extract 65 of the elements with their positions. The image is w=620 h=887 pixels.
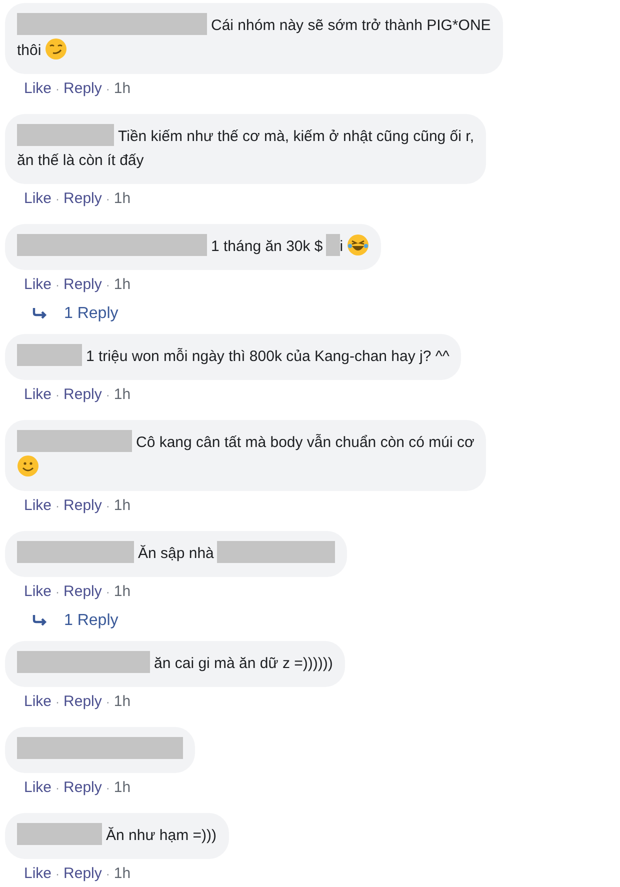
separator-dot: · <box>56 82 60 96</box>
action-link[interactable]: Reply <box>64 80 102 97</box>
comment-text: i <box>340 238 344 255</box>
separator-dot: · <box>106 388 110 402</box>
comment-text: Tiền kiếm như thế cơ mà, kiếm ở nhật cũng cũng ối r, <box>118 128 474 145</box>
comment-text: ăn cai gi mà ăn dữ z =)))))) <box>154 655 333 672</box>
separator-dot: · <box>56 867 60 881</box>
reply-arrow-icon <box>32 615 48 627</box>
comment-text: Ăn sập nhà <box>138 545 214 562</box>
timestamp: 1h <box>114 693 131 710</box>
comment-text: Cô kang cân tất mà body vẫn chuẩn còn có múi cơ <box>136 434 474 451</box>
separator-dot: · <box>106 695 110 709</box>
smirking-face-icon <box>45 38 68 60</box>
replies-link[interactable]: 1 Reply <box>64 609 118 633</box>
timestamp: 1h <box>114 190 131 207</box>
action-link[interactable]: Like <box>24 693 52 710</box>
redacted-name <box>17 344 82 366</box>
action-link[interactable]: Like <box>24 779 52 796</box>
separator-dot: · <box>106 867 110 881</box>
separator-dot: · <box>106 781 110 795</box>
action-link[interactable]: Like <box>24 276 52 293</box>
separator-dot: · <box>56 585 60 599</box>
separator-dot: · <box>106 499 110 513</box>
separator-dot: · <box>106 585 110 599</box>
timestamp: 1h <box>114 386 131 403</box>
action-link[interactable]: Reply <box>64 497 102 514</box>
action-link[interactable]: Reply <box>64 865 102 882</box>
separator-dot: · <box>56 278 60 292</box>
reply-arrow-icon <box>32 308 48 320</box>
comment-text: Cái nhóm này sẽ sớm trở thành PIG*ONE <box>211 17 491 34</box>
separator-dot: · <box>56 695 60 709</box>
timestamp: 1h <box>114 276 131 293</box>
action-link[interactable]: Reply <box>64 583 102 600</box>
action-link[interactable]: Like <box>24 386 52 403</box>
action-link[interactable]: Like <box>24 583 52 600</box>
action-link[interactable]: Reply <box>64 779 102 796</box>
separator-dot: · <box>56 781 60 795</box>
separator-dot: · <box>106 192 110 206</box>
comment-text: Ăn như hạm =))) <box>106 827 217 844</box>
separator-dot: · <box>106 278 110 292</box>
timestamp: 1h <box>114 80 131 97</box>
comment-text: ăn thế là còn ít đấy <box>17 152 144 169</box>
timestamp: 1h <box>114 497 131 514</box>
separator-dot: · <box>56 192 60 206</box>
timestamp: 1h <box>114 865 131 882</box>
action-link[interactable]: Reply <box>64 190 102 207</box>
redacted-name <box>326 234 340 256</box>
separator-dot: · <box>56 388 60 402</box>
separator-dot: · <box>56 499 60 513</box>
action-link[interactable]: Reply <box>64 386 102 403</box>
action-link[interactable]: Like <box>24 190 52 207</box>
replies-link[interactable]: 1 Reply <box>64 302 118 326</box>
separator-dot: · <box>106 82 110 96</box>
comment-text: 1 tháng ăn 30k $ <box>211 238 323 255</box>
comment-text: thôi <box>17 42 42 59</box>
action-link[interactable]: Like <box>24 865 52 882</box>
comment-text: 1 triệu won mỗi ngày thì 800k của Kang-chan hay j? ^^ <box>86 348 450 365</box>
timestamp: 1h <box>114 779 131 796</box>
smiling-face-icon <box>17 455 39 477</box>
action-link[interactable]: Reply <box>64 276 102 293</box>
action-link[interactable]: Like <box>24 497 52 514</box>
laughing-face-icon <box>347 234 370 256</box>
action-link[interactable]: Like <box>24 80 52 97</box>
timestamp: 1h <box>114 583 131 600</box>
action-link[interactable]: Reply <box>64 693 102 710</box>
